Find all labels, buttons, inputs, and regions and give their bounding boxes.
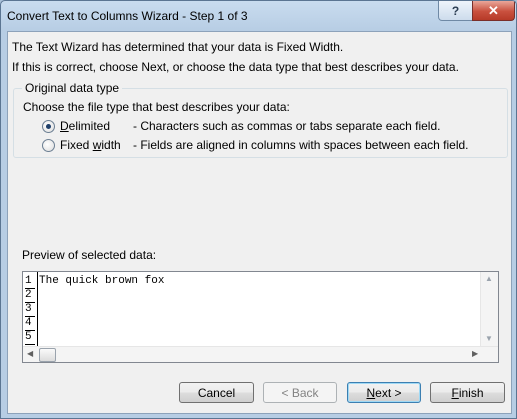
scroll-down-icon[interactable]: ▼	[485, 334, 493, 343]
preview-label: Preview of selected data:	[22, 248, 157, 262]
dialog-title: Convert Text to Columns Wizard - Step 1 …	[7, 9, 248, 23]
fixed-width-radio[interactable]	[42, 138, 55, 152]
wizard-detection-text: The Text Wizard has determined that your…	[12, 40, 344, 54]
delimited-radio[interactable]	[42, 119, 55, 133]
file-type-prompt: Choose the file type that best describes…	[23, 100, 290, 114]
group-title: Original data type	[22, 81, 123, 95]
help-icon: ?	[451, 3, 460, 18]
line-number: 4	[25, 317, 35, 331]
preview-text: The quick brown fox	[39, 275, 165, 287]
next-button[interactable]: Next >	[347, 382, 421, 403]
title-bar[interactable]: Convert Text to Columns Wizard - Step 1 …	[1, 1, 516, 31]
preview-line-numbers: 1 2 3 4 5	[23, 272, 38, 347]
preview-horizontal-scrollbar[interactable]: ◀ ▶	[23, 346, 498, 362]
back-button[interactable]: < Back	[263, 382, 337, 403]
wizard-instruction-text: If this is correct, choose Next, or choo…	[12, 60, 459, 74]
cancel-button[interactable]: Cancel	[179, 382, 254, 403]
help-button[interactable]: ?	[438, 1, 473, 21]
delimited-label[interactable]: Delimited	[60, 119, 133, 133]
dialog-body: The Text Wizard has determined that your…	[7, 31, 512, 414]
finish-button[interactable]: Finish	[430, 382, 505, 403]
close-icon: ✕	[488, 2, 499, 18]
delimited-option[interactable]: Delimited - Characters such as commas or…	[42, 118, 440, 134]
fixed-width-label[interactable]: Fixed width	[60, 138, 133, 152]
scroll-up-icon[interactable]: ▲	[485, 274, 493, 283]
data-preview-box[interactable]: 1 2 3 4 5 The quick brown fox ▲ ▼ ◀ ▶	[22, 271, 499, 363]
line-number: 5	[25, 331, 35, 345]
text-to-columns-dialog: Convert Text to Columns Wizard - Step 1 …	[0, 0, 517, 419]
fixed-width-option[interactable]: Fixed width - Fields are aligned in colu…	[42, 137, 469, 153]
line-number: 1	[25, 275, 35, 289]
scroll-right-icon[interactable]: ▶	[472, 349, 478, 358]
preview-vertical-scrollbar[interactable]: ▲ ▼	[480, 272, 498, 347]
close-button[interactable]: ✕	[472, 1, 515, 21]
fixed-width-description: - Fields are aligned in columns with spa…	[133, 138, 469, 152]
original-data-type-group: Original data type Choose the file type …	[13, 81, 508, 158]
delimited-description: - Characters such as commas or tabs sepa…	[133, 119, 441, 133]
line-number: 3	[25, 303, 35, 317]
scroll-left-icon[interactable]: ◀	[27, 349, 33, 358]
horizontal-scroll-thumb[interactable]	[39, 348, 56, 362]
line-number: 2	[25, 289, 35, 303]
